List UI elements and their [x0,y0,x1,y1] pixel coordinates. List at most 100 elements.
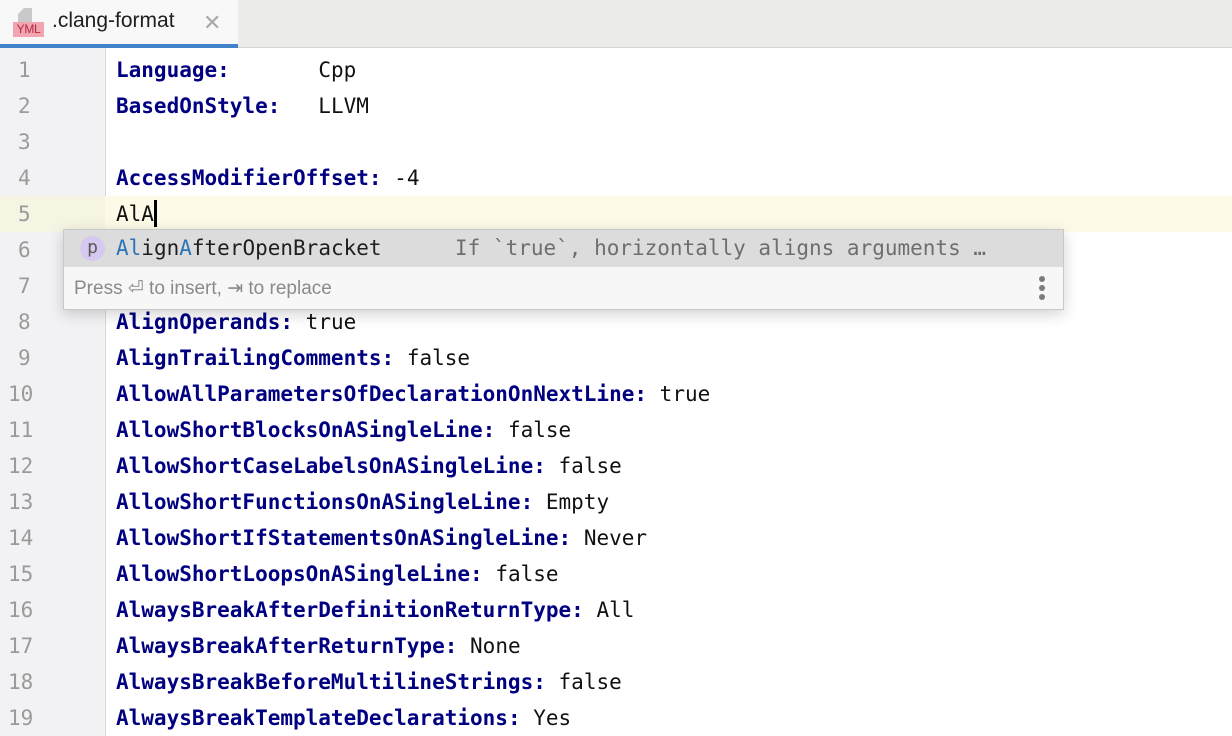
yaml-separator: : [280,310,306,334]
code-line: AlwaysBreakAfterReturnType: None [116,628,710,664]
line-number: 19 [8,706,34,730]
yaml-separator: : [482,418,508,442]
code-line: AlwaysBreakTemplateDeclarations: Yes [116,700,710,736]
yaml-key: Language [116,58,218,82]
code-line: AllowShortFunctionsOnASingleLine: Empty [116,484,710,520]
yaml-value: true [659,382,711,406]
code-line: AccessModifierOffset: -4 [116,160,710,196]
yaml-separator: : [533,670,559,694]
line-number: 18 [8,670,34,694]
line-number: 9 [18,346,31,370]
code-line: AllowShortCaseLabelsOnASingleLine: false [116,448,710,484]
yaml-value: true [305,310,357,334]
code-editor[interactable]: Language: Cpp BasedOnStyle: LLVM AccessMo… [116,52,710,736]
code-line: BasedOnStyle: LLVM [116,88,710,124]
yaml-key: AllowShortBlocksOnASingleLine [116,418,483,442]
yaml-file-icon: YML [13,8,45,38]
yaml-key: AllowShortIfStatementsOnASingleLine [116,526,559,550]
line-number: 7 [18,274,31,298]
line-number: 17 [8,634,34,658]
line-numbers: 1 2 3 4 5 6 7 8 9 10 11 12 13 14 15 16 17 18 19 [0,52,60,736]
completion-hint: Press ⏎ to insert, ⇥ to replace [74,278,332,299]
line-number: 10 [8,382,34,406]
yaml-badge: YML [13,22,44,37]
line-number: 4 [18,166,31,190]
yaml-key: AccessModifierOffset [116,166,369,190]
yaml-value: Never [583,526,648,550]
yaml-value: -4 [394,166,420,190]
yaml-separator: : [444,634,471,658]
line-number: 16 [8,598,34,622]
yaml-key: AlwaysBreakAfterReturnType [116,634,445,658]
completion-item-name: AlignAfterOpenBracket [116,230,382,267]
line-number: 11 [8,418,34,442]
yaml-value: LLVM [318,94,369,118]
code-line: AlwaysBreakAfterDefinitionReturnType: Al… [116,592,710,628]
line-number: 14 [8,526,34,550]
yaml-separator: : [634,382,660,406]
line-number: 2 [18,94,31,118]
line-number: 8 [18,310,31,334]
yaml-value: Yes [533,706,572,730]
yaml-value: false [406,346,471,370]
code-line: AllowAllParametersOfDeclarationOnNextLin… [116,376,710,412]
line-number: 6 [18,238,31,262]
matched-text: A [179,236,192,260]
editor-tab-bar: YML .clang-format ✕ [0,0,1232,48]
yaml-key: AllowShortLoopsOnASingleLine [116,562,471,586]
yaml-value: Empty [545,490,610,514]
yaml-separator: : [267,94,319,118]
code-line: AlwaysBreakBeforeMultilineStrings: false [116,664,710,700]
completion-item-description: If `true`, horizontally aligns arguments… [455,236,987,260]
yaml-key: AlwaysBreakTemplateDeclarations [116,706,508,730]
typed-text: AlA [116,202,154,226]
yaml-value: false [507,418,572,442]
text-caret [153,199,157,227]
yaml-separator: : [533,454,559,478]
close-icon[interactable]: ✕ [203,10,221,36]
code-line: AllowShortBlocksOnASingleLine: false [116,412,710,448]
line-number: 5 [18,202,31,226]
yaml-key: BasedOnStyle [116,94,268,118]
yaml-separator: : [507,706,534,730]
yaml-value: All [596,598,635,622]
yaml-value: None [470,634,521,658]
yaml-separator: : [470,562,496,586]
yaml-separator: : [217,58,319,82]
yaml-key: AllowAllParametersOfDeclarationOnNextLin… [116,382,635,406]
line-number: 15 [8,562,34,586]
tab-clang-format[interactable]: YML .clang-format ✕ [0,0,238,48]
line-number: 1 [18,58,31,82]
code-line: AllowShortLoopsOnASingleLine: false [116,556,710,592]
property-kind-icon: p [80,236,105,261]
tab-title: .clang-format [52,9,175,32]
yaml-key: AllowShortFunctionsOnASingleLine [116,490,521,514]
unmatched-text: ign [141,236,180,260]
yaml-key: AlwaysBreakAfterDefinitionReturnType [116,598,572,622]
line-number: 3 [18,130,31,154]
yaml-value: Cpp [318,58,357,82]
more-options-icon[interactable] [1039,276,1045,302]
yaml-key: AlignOperands [116,310,281,334]
yaml-key: AlwaysBreakBeforeMultilineStrings [116,670,534,694]
completion-item[interactable]: p AlignAfterOpenBracket If `true`, horiz… [64,230,1063,267]
yaml-separator: : [520,490,546,514]
yaml-key: AllowShortCaseLabelsOnASingleLine [116,454,534,478]
yaml-value: false [495,562,559,586]
yaml-separator: : [381,346,407,370]
line-number: 13 [8,490,34,514]
yaml-separator: : [558,526,584,550]
yaml-value: false [558,454,622,478]
yaml-separator: : [571,598,597,622]
yaml-key: AlignTrailingComments [116,346,382,370]
code-line: AlignTrailingComments: false [116,340,710,376]
code-line: Language: Cpp [116,52,710,88]
completion-popup: p AlignAfterOpenBracket If `true`, horiz… [63,229,1064,310]
yaml-value: false [558,670,622,694]
unmatched-text: fterOpenBracket [191,236,382,260]
line-number: 12 [8,454,34,478]
code-line: AlA [116,196,710,232]
yaml-separator: : [368,166,395,190]
matched-text: Al [116,236,142,260]
